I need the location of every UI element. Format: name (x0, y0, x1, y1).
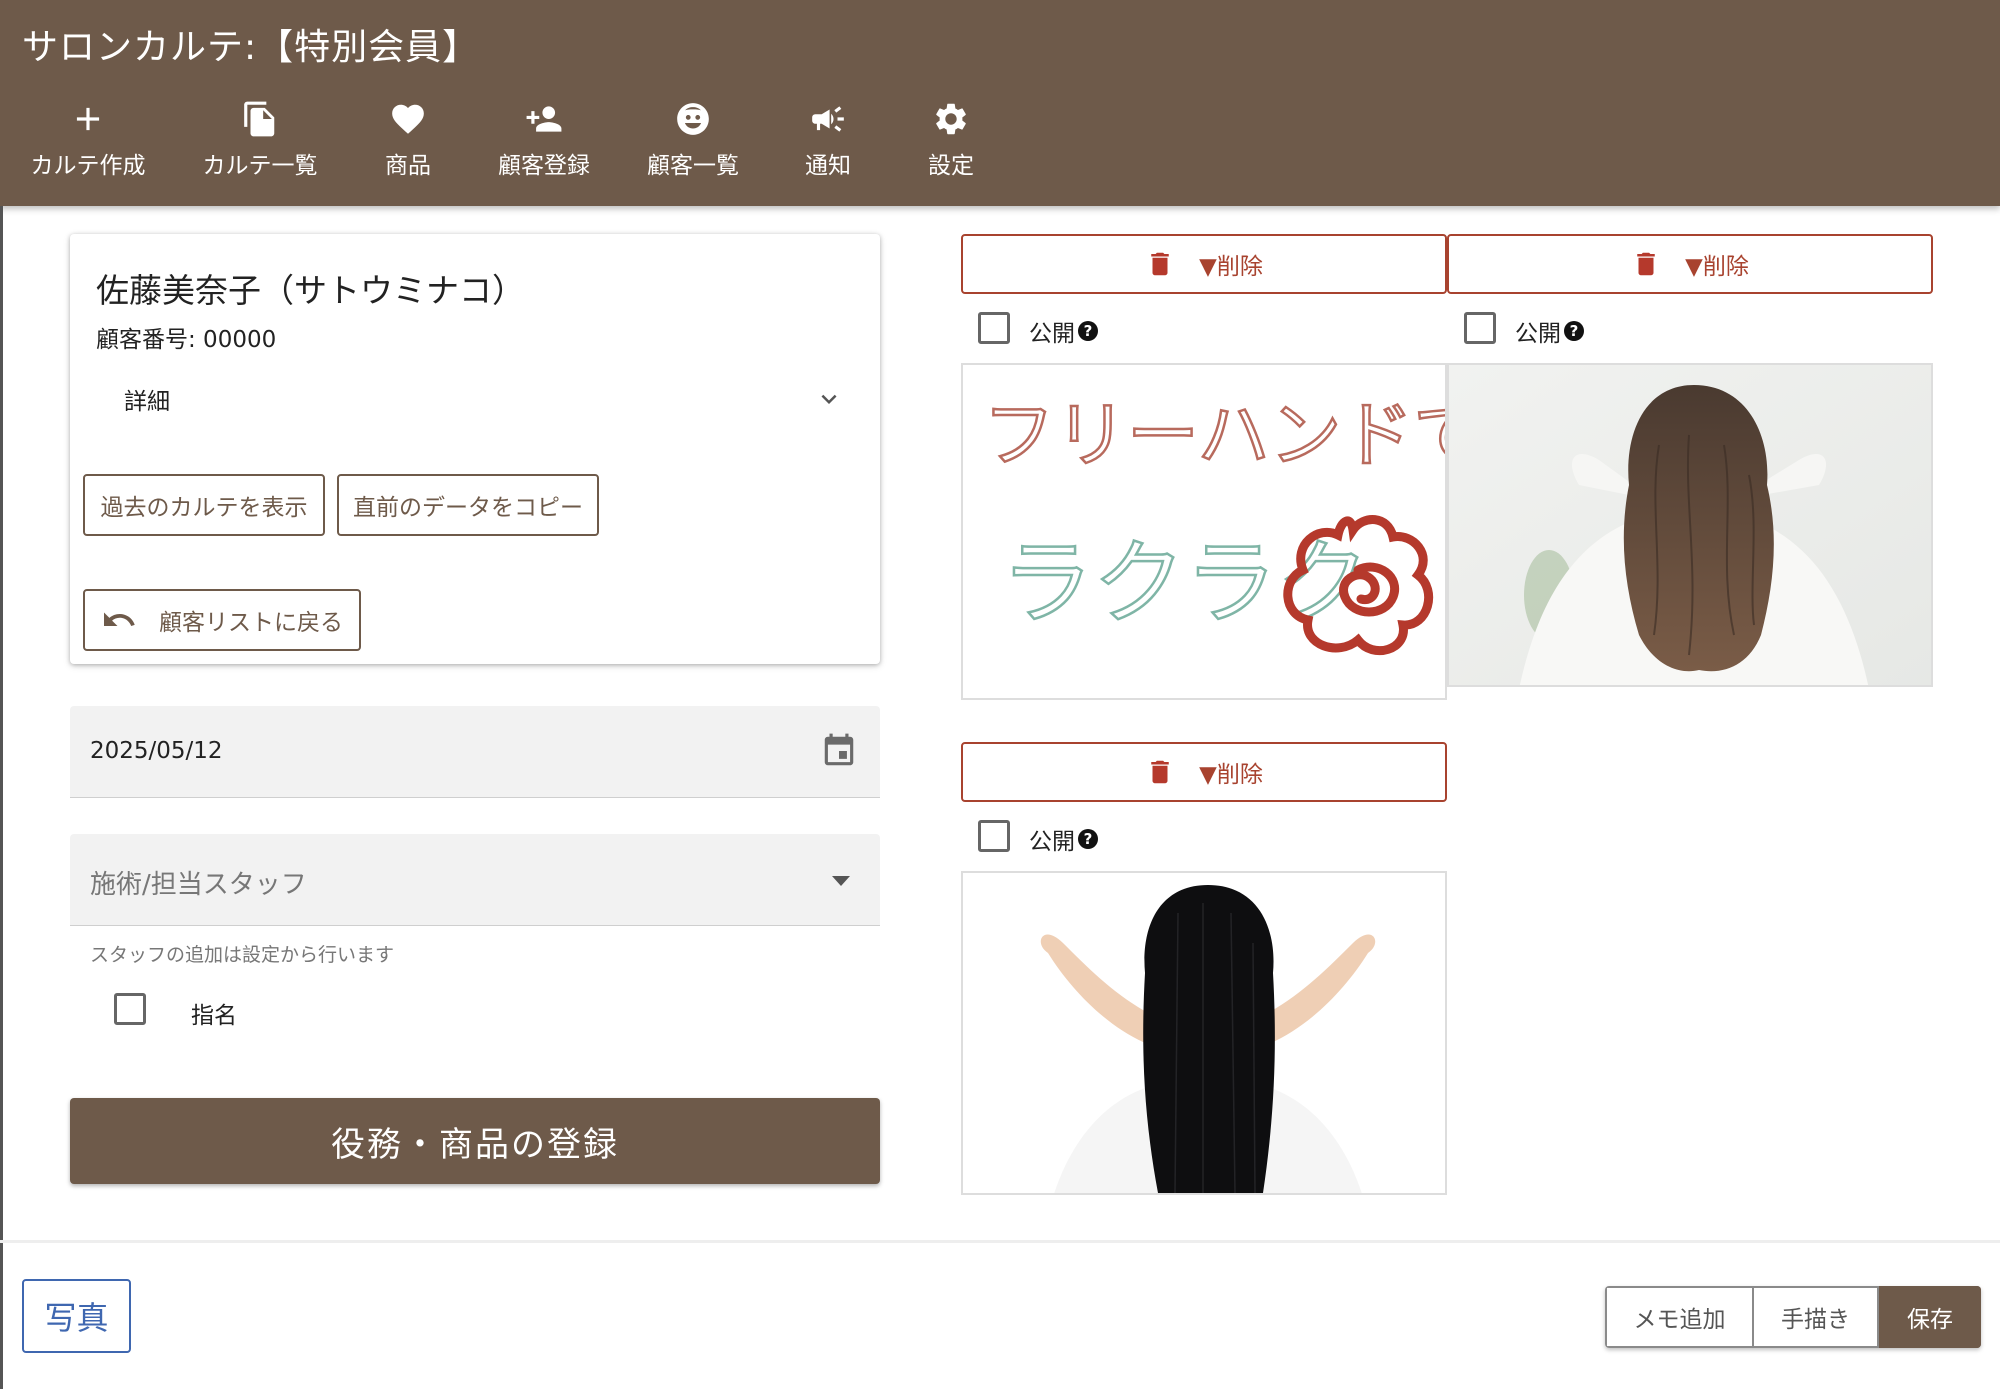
back-to-customer-list-button[interactable]: 顧客リストに戻る (83, 589, 361, 651)
button-label: 手描き (1781, 1307, 1850, 1333)
photo-straight-black-hair[interactable] (961, 871, 1447, 1195)
hair-photo-image (1449, 365, 1931, 685)
delete-photo-button[interactable]: ▼削除 (961, 234, 1447, 294)
date-value: 2025/05/12 (90, 738, 223, 764)
public-label: 公開 ? (1029, 822, 1098, 856)
register-services-products-button[interactable]: 役務・商品の登録 (70, 1098, 880, 1184)
save-button[interactable]: 保存 (1879, 1286, 1981, 1348)
delete-label: ▼削除 (1685, 254, 1749, 280)
help-icon[interactable]: ? (1078, 321, 1098, 341)
nav-chart-list[interactable]: カルテ一覧 (200, 100, 320, 190)
public-label: 公開 ? (1515, 314, 1584, 348)
handwriting-drawing: フリーハンドで ラクラク (982, 392, 1447, 656)
nav-notifications[interactable]: 通知 (788, 100, 868, 190)
staff-select[interactable]: 施術/担当スタッフ (70, 834, 880, 926)
trash-icon (1151, 760, 1169, 784)
nav-products[interactable]: 商品 (368, 100, 448, 190)
public-label-text: 公開 (1029, 829, 1075, 855)
calendar-icon[interactable] (820, 732, 858, 770)
staff-hint: スタッフの追加は設定から行います (90, 944, 395, 966)
nav-label: 通知 (805, 153, 851, 179)
nav-label: 顧客一覧 (647, 153, 739, 179)
dropdown-arrow-icon (832, 876, 850, 886)
public-checkbox[interactable] (1464, 312, 1496, 344)
photo-handwritten-memo[interactable]: フリーハンドで ラクラク (961, 363, 1447, 700)
delete-photo-button[interactable]: ▼削除 (1447, 234, 1933, 294)
customer-detail-expander[interactable]: 詳細 (124, 374, 844, 424)
copy-icon (244, 101, 275, 137)
public-checkbox[interactable] (978, 312, 1010, 344)
trash-icon (1637, 252, 1655, 276)
nav-create-chart[interactable]: カルテ作成 (28, 100, 148, 190)
face-icon (677, 103, 709, 135)
copy-previous-data-button[interactable]: 直前のデータをコピー (337, 474, 599, 536)
public-label: 公開 ? (1029, 314, 1098, 348)
visit-date-field[interactable]: 2025/05/12 (70, 706, 880, 798)
delete-label: ▼削除 (1199, 762, 1263, 788)
handwriting-line-1: フリーハンドで (983, 393, 1447, 477)
photo-button[interactable]: 写真 (22, 1279, 131, 1353)
megaphone-icon (812, 106, 844, 132)
undo-icon (104, 612, 135, 626)
chevron-down-icon (821, 394, 837, 404)
public-label-text: 公開 (1515, 321, 1561, 347)
nav-label: 設定 (928, 153, 974, 179)
show-past-charts-button[interactable]: 過去のカルテを表示 (83, 474, 325, 536)
heart-icon (392, 104, 424, 134)
button-label: 役務・商品の登録 (331, 1124, 619, 1165)
bottom-divider (0, 1240, 2000, 1243)
app-header: サロンカルテ:【特別会員】 カルテ作成 カルテ一覧 商品 顧客登録 顧客一覧 通… (0, 0, 2000, 206)
customer-card: 佐藤美奈子（サトウミナコ） 顧客番号: 00000 詳細 過去のカルテを表示 直… (70, 234, 880, 664)
delete-photo-button[interactable]: ▼削除 (961, 742, 1447, 802)
help-icon[interactable]: ? (1078, 829, 1098, 849)
customer-name: 佐藤美奈子（サトウミナコ） (96, 271, 525, 310)
nav-customer-list[interactable]: 顧客一覧 (643, 100, 743, 190)
app-title: サロンカルテ:【特別会員】 (22, 27, 480, 68)
button-label: 直前のデータをコピー (353, 495, 583, 521)
gear-icon (936, 103, 966, 135)
trash-icon (1151, 252, 1169, 276)
nav-label: 商品 (385, 153, 431, 179)
nominate-label: 指名 (191, 1003, 237, 1029)
staff-placeholder: 施術/担当スタッフ (90, 870, 307, 900)
button-label: 保存 (1907, 1307, 1953, 1333)
detail-label: 詳細 (124, 389, 170, 415)
window-edge (0, 206, 3, 1389)
help-icon[interactable]: ? (1564, 321, 1584, 341)
nominate-checkbox[interactable] (114, 993, 146, 1025)
public-label-text: 公開 (1029, 321, 1075, 347)
handwriting-line-2: ラクラク (1001, 530, 1369, 637)
public-checkbox[interactable] (978, 820, 1010, 852)
hair-photo-image (963, 873, 1445, 1193)
button-label: 顧客リストに戻る (159, 610, 343, 636)
customer-number: 顧客番号: 00000 (96, 327, 277, 353)
bottom-action-group: メモ追加 手描き 保存 (1605, 1286, 1981, 1348)
button-label: 過去のカルテを表示 (100, 495, 308, 521)
button-label: 写真 (44, 1299, 109, 1337)
nav-settings[interactable]: 設定 (911, 100, 991, 190)
photo-wavy-brown-hair[interactable] (1447, 363, 1933, 687)
plus-icon (76, 107, 100, 131)
nav-label: カルテ作成 (30, 153, 146, 179)
button-label: メモ追加 (1633, 1307, 1726, 1333)
add-memo-button[interactable]: メモ追加 (1605, 1286, 1754, 1348)
handwriting-button[interactable]: 手描き (1754, 1286, 1879, 1348)
delete-label: ▼削除 (1199, 254, 1263, 280)
nav-customer-register[interactable]: 顧客登録 (494, 100, 594, 190)
nav-label: 顧客登録 (498, 153, 590, 179)
person-add-icon (526, 106, 562, 132)
nav-label: カルテ一覧 (202, 153, 318, 179)
